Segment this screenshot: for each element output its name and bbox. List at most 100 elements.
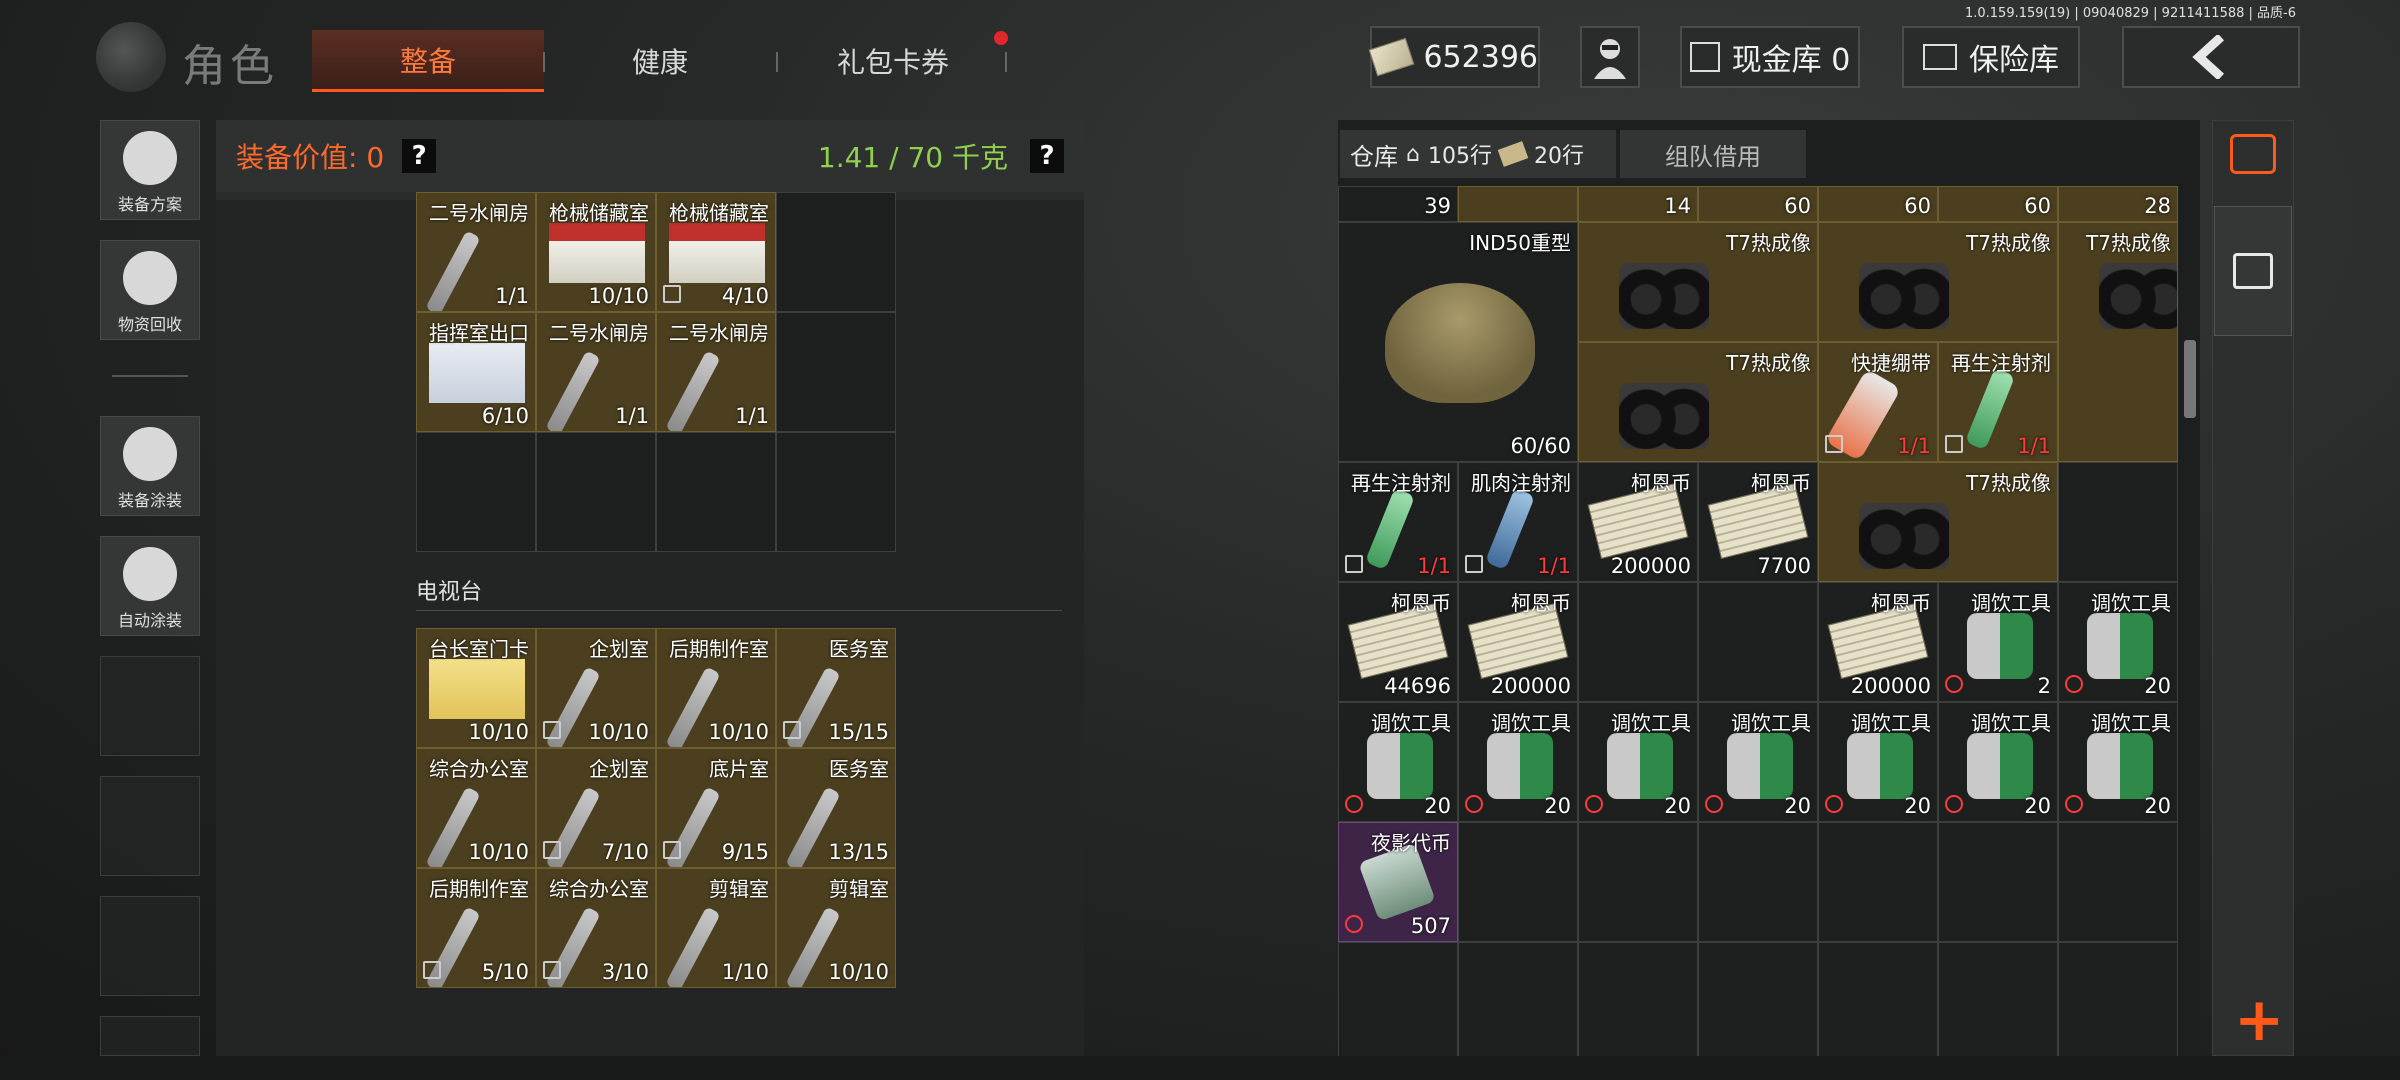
item-slot[interactable]: 调饮工具 20 — [1698, 702, 1818, 822]
item-slot[interactable]: 后期制作室 5/10 — [416, 868, 536, 988]
item-slot[interactable]: 肌肉注射剂 1/1 — [1458, 462, 1578, 582]
no-insure-icon — [663, 285, 681, 303]
sidebar-item-skin[interactable]: 装备涂装 — [100, 416, 200, 516]
item-slot[interactable]: 枪械储藏室 4/10 — [656, 192, 776, 312]
item-name: 二号水闸房 — [669, 321, 769, 345]
empty-slot — [1578, 582, 1698, 702]
tab-health[interactable]: 健康 — [560, 30, 760, 92]
no-insure-icon — [423, 961, 441, 979]
item-count: 20 — [1904, 794, 1931, 818]
sidebar-empty-slot — [100, 776, 200, 876]
item-slot[interactable]: 再生注射剂 1/1 — [1938, 342, 2058, 462]
layer-select-button[interactable] — [2214, 206, 2292, 336]
help-button[interactable]: ? — [1030, 139, 1064, 173]
item-count: 20 — [1544, 794, 1571, 818]
item-slot[interactable]: 柯恩币 44696 — [1338, 582, 1458, 702]
insurance-vault-button[interactable]: 保险库 — [1902, 26, 2080, 88]
cash-icon — [1368, 37, 1415, 77]
warehouse-tab-label: 仓库 — [1350, 142, 1398, 171]
insurance-label: 保险库 — [1969, 43, 2059, 78]
item-slot[interactable]: IND50重型 60/60 — [1338, 222, 1578, 462]
item-slot[interactable]: 夜影代币 507 — [1338, 822, 1458, 942]
item-slot[interactable]: 调饮工具 20 — [1338, 702, 1458, 822]
back-button[interactable] — [2122, 26, 2300, 88]
syringe-icon — [1364, 487, 1416, 571]
item-slot[interactable]: 企划室 7/10 — [536, 748, 656, 868]
scrollbar[interactable] — [2184, 340, 2196, 418]
item-slot[interactable]: 柯恩币 200000 — [1578, 462, 1698, 582]
item-slot[interactable]: 综合办公室 3/10 — [536, 868, 656, 988]
item-name: 调饮工具 — [1971, 711, 2051, 735]
item-slot[interactable]: 指挥室出口 6/10 — [416, 312, 536, 432]
item-slot[interactable]: T7热成像 — [1818, 222, 2058, 342]
no-insure-icon — [1945, 435, 1963, 453]
item-slot[interactable]: 快捷绷带 1/1 — [1818, 342, 1938, 462]
item-slot[interactable]: 台长室门卡 10/10 — [416, 628, 536, 748]
tab-warehouse[interactable]: 仓库 ⌂ 105行 20行 — [1340, 130, 1616, 178]
item-slot[interactable]: 柯恩币 200000 — [1818, 582, 1938, 702]
empty-slot — [2058, 462, 2178, 582]
no-insure-icon — [543, 961, 561, 979]
item-slot[interactable]: 再生注射剂 1/1 — [1338, 462, 1458, 582]
tab-gift-coupons[interactable]: 礼包卡券 — [800, 30, 986, 92]
item-slot[interactable]: 医务室 13/15 — [776, 748, 896, 868]
item-slot[interactable]: 剪辑室 1/10 — [656, 868, 776, 988]
item-name: 剪辑室 — [829, 877, 889, 901]
item-slot[interactable]: T7热成像 — [1818, 462, 2058, 582]
item-name: T7热成像 — [1726, 351, 1811, 375]
item-count: 13/15 — [828, 840, 889, 864]
keycard-icon — [549, 223, 645, 283]
help-button[interactable]: ? — [402, 139, 437, 173]
sidebar-empty-slot — [100, 656, 200, 756]
sidebar-item-loadout-plan[interactable]: 装备方案 — [100, 120, 200, 220]
add-button[interactable]: + — [2234, 990, 2284, 1050]
version-string: 1.0.159.159(19) | 09040829 | 9211411588 … — [1964, 6, 2296, 21]
item-slot-partial[interactable] — [1458, 186, 1578, 222]
sort-stack-button[interactable] — [2230, 134, 2276, 174]
empty-slot — [2058, 942, 2178, 1056]
item-slot[interactable]: 调饮工具 20 — [2058, 702, 2178, 822]
item-slot[interactable]: 调饮工具 20 — [1578, 702, 1698, 822]
item-slot[interactable]: 调饮工具 20 — [1818, 702, 1938, 822]
sidebar-item-auto-skin[interactable]: 自动涂装 — [100, 536, 200, 636]
tab-loadout[interactable]: 整备 — [312, 30, 544, 92]
item-slot[interactable]: 剪辑室 10/10 — [776, 868, 896, 988]
item-slot[interactable]: 柯恩币 200000 — [1458, 582, 1578, 702]
item-slot[interactable]: 二号水闸房 1/1 — [416, 192, 536, 312]
item-slot[interactable]: 医务室 15/15 — [776, 628, 896, 748]
money-display[interactable]: 652396 — [1368, 26, 1540, 88]
tab-team-borrow[interactable]: 组队借用 — [1620, 130, 1806, 178]
item-count: 44696 — [1384, 674, 1451, 698]
keycard-icon — [429, 659, 525, 719]
timer-icon — [1345, 795, 1363, 813]
item-slot-partial[interactable]: 60 — [1818, 186, 1938, 222]
cash-vault-button[interactable]: 现金库 0 — [1680, 26, 1860, 88]
item-slot-partial[interactable]: 28 — [2058, 186, 2178, 222]
game-logo — [96, 22, 166, 92]
item-slot[interactable]: 调饮工具 2 — [1938, 582, 2058, 702]
item-slot[interactable]: T7热成像 — [1578, 342, 1818, 462]
item-slot[interactable]: 调饮工具 20 — [1458, 702, 1578, 822]
item-slot[interactable]: 柯恩币 7700 — [1698, 462, 1818, 582]
item-slot[interactable]: 二号水闸房 1/1 — [536, 312, 656, 432]
item-count: 20 — [1424, 794, 1451, 818]
brush-gear-icon — [123, 547, 177, 601]
sidebar-item-recycle[interactable]: 物资回收 — [100, 240, 200, 340]
item-slot-partial[interactable]: 14 — [1578, 186, 1698, 222]
item-slot[interactable]: T7热成像 — [1578, 222, 1818, 342]
item-slot-partial[interactable]: 39 — [1338, 186, 1458, 222]
item-name: IND50重型 — [1469, 231, 1571, 255]
item-name: 企划室 — [589, 757, 649, 781]
item-slot[interactable]: 后期制作室 10/10 — [656, 628, 776, 748]
item-slot-partial[interactable]: 60 — [1698, 186, 1818, 222]
item-slot[interactable]: 综合办公室 10/10 — [416, 748, 536, 868]
item-slot[interactable]: T7热成像 — [2058, 222, 2178, 462]
item-slot[interactable]: 调饮工具 20 — [2058, 582, 2178, 702]
item-slot[interactable]: 底片室 9/15 — [656, 748, 776, 868]
item-slot[interactable]: 调饮工具 20 — [1938, 702, 2058, 822]
agent-button[interactable] — [1580, 26, 1640, 88]
item-slot[interactable]: 企划室 10/10 — [536, 628, 656, 748]
item-slot[interactable]: 枪械储藏室 10/10 — [536, 192, 656, 312]
item-slot[interactable]: 二号水闸房 1/1 — [656, 312, 776, 432]
item-slot-partial[interactable]: 60 — [1938, 186, 2058, 222]
